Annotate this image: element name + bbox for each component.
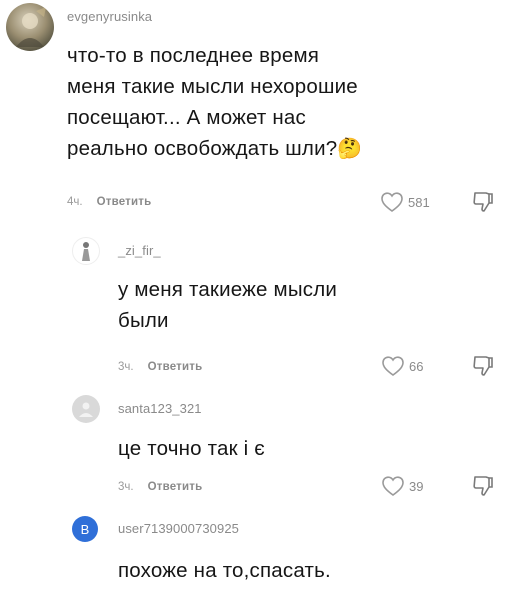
comment-text: что-то в последнее время меня такие мысл… [67, 40, 362, 165]
comment-username[interactable]: user7139000730925 [118, 521, 239, 536]
dislike-button[interactable] [471, 354, 495, 383]
like-count: 66 [409, 358, 424, 374]
comment-meta: 3ч. Ответить [118, 481, 202, 493]
like-button[interactable]: 581 [380, 191, 430, 213]
heart-outline-icon [382, 356, 404, 376]
comment-line: посещают... А может нас [67, 106, 306, 129]
comment-line: меня такие мысли нехорошие [67, 75, 358, 98]
comment-line: реально освобождать шли?🤔 [67, 133, 362, 165]
comment-username[interactable]: santa123_321 [118, 401, 202, 416]
heart-outline-icon [382, 476, 404, 496]
reply-button[interactable]: Ответить [148, 361, 203, 373]
like-count: 581 [408, 194, 430, 210]
thinking-emoji-icon: 🤔 [337, 138, 363, 160]
comment-line: це точно так і є [118, 437, 265, 460]
timestamp: 3ч. [118, 361, 134, 373]
comment-meta: 4ч. Ответить [67, 196, 151, 208]
thumbs-down-outline-icon [473, 192, 493, 212]
comment-line: похоже на то,спасать. [118, 559, 331, 582]
avatar[interactable] [6, 3, 54, 51]
comment-username[interactable]: evgenyrusinka [67, 9, 152, 24]
timestamp: 3ч. [118, 481, 134, 493]
avatar[interactable] [72, 237, 100, 265]
comment-line: были [118, 309, 169, 332]
user-photo-icon [16, 7, 46, 47]
dislike-button[interactable] [471, 190, 495, 219]
comment-text: у меня такиеже мысли были [118, 274, 337, 336]
like-count: 39 [409, 478, 424, 494]
reply-button[interactable]: Ответить [148, 481, 203, 493]
timestamp: 4ч. [67, 196, 83, 208]
comment-meta: 3ч. Ответить [118, 361, 202, 373]
comment-text: це точно так і є [118, 433, 265, 464]
default-user-icon [79, 402, 93, 417]
comment-username[interactable]: _zi_fir_ [118, 243, 161, 258]
avatar[interactable]: B [72, 516, 98, 542]
avatar[interactable] [72, 395, 100, 423]
heart-outline-icon [381, 192, 403, 212]
comment-line: у меня такиеже мысли [118, 278, 338, 301]
like-button[interactable]: 66 [381, 355, 423, 377]
comment-line-text: реально освобождать шли? [67, 137, 338, 160]
comment-thread: evgenyrusinka что-то в последнее время м… [0, 0, 510, 592]
reply-button[interactable]: Ответить [97, 196, 152, 208]
thumbs-down-outline-icon [473, 476, 493, 496]
comment-text: похоже на то,спасать. [118, 555, 331, 586]
figure-avatar-icon [82, 242, 90, 261]
thumbs-down-outline-icon [473, 356, 493, 376]
like-button[interactable]: 39 [381, 475, 423, 497]
comment-line: что-то в последнее время [67, 44, 320, 67]
dislike-button[interactable] [471, 474, 495, 503]
